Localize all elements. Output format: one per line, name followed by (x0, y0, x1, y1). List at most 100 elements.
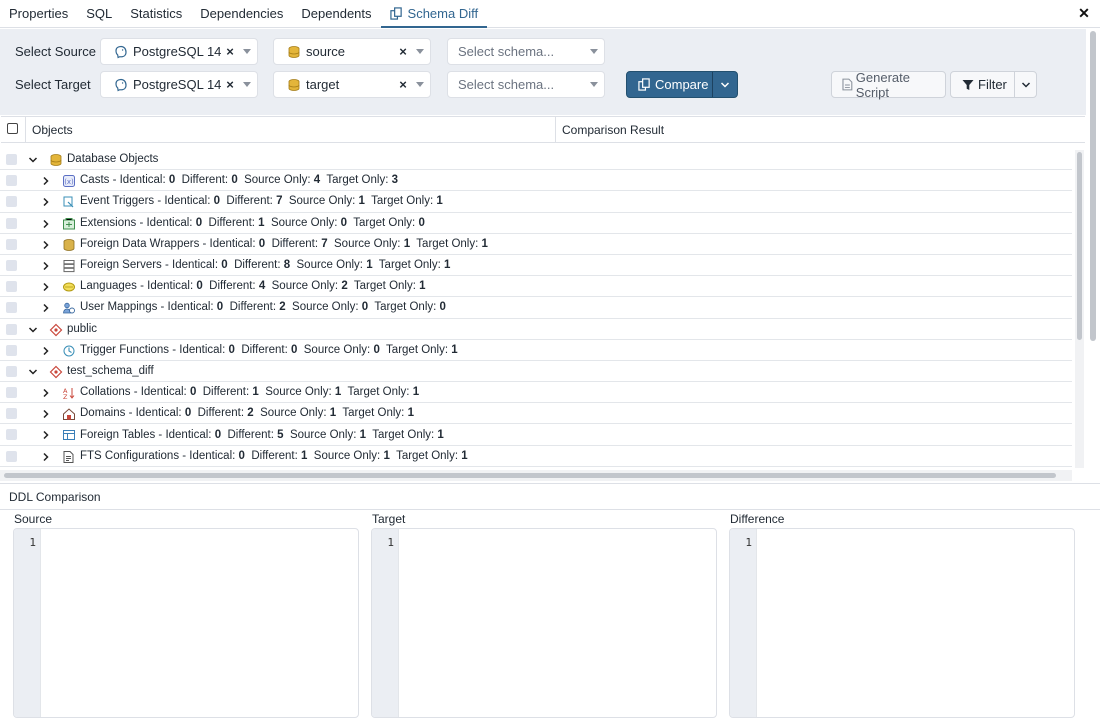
tree-row[interactable]: Foreign Data Wrappers - Identical: 0 Dif… (0, 234, 1072, 255)
row-checkbox[interactable] (6, 154, 17, 165)
scrollbar-thumb[interactable] (4, 473, 1056, 478)
row-checkbox[interactable] (6, 344, 17, 356)
row-checkbox[interactable] (6, 387, 17, 399)
tab-label: Statistics (130, 6, 183, 21)
tree-row[interactable]: public (0, 319, 1072, 340)
chevron-right-icon[interactable] (41, 240, 51, 250)
clear-icon[interactable]: × (223, 77, 237, 92)
tree-row[interactable]: test_schema_diff (0, 361, 1072, 383)
foreign-table-icon (63, 430, 75, 441)
tab-dependencies[interactable]: Dependencies (191, 0, 292, 27)
source-database-value: source (306, 44, 346, 59)
tab-schema-diff[interactable]: Schema Diff (380, 0, 488, 28)
tab-sql[interactable]: SQL (77, 0, 121, 27)
chevron-down-icon[interactable] (590, 82, 598, 87)
filter-dropdown-button[interactable] (1015, 81, 1036, 89)
row-checkbox[interactable] (6, 196, 17, 208)
line-number: 1 (745, 536, 752, 549)
comparison-result-column-header[interactable]: Comparison Result (555, 117, 1085, 143)
grid-vertical-scrollbar[interactable] (1075, 150, 1084, 468)
target-server-select[interactable]: PostgreSQL 14 × (100, 71, 258, 98)
source-database-select[interactable]: source × (273, 38, 431, 65)
compare-dropdown-button[interactable] (713, 81, 737, 89)
target-schema-select[interactable]: Select schema... (447, 71, 605, 98)
chevron-down-icon[interactable] (416, 82, 424, 87)
tree-row[interactable]: Extensions - Identical: 0 Different: 1 S… (0, 213, 1072, 234)
compare-label: Compare (655, 77, 709, 92)
target-database-value: target (306, 77, 340, 92)
row-checkbox[interactable] (6, 302, 17, 314)
row-checkbox[interactable] (6, 238, 17, 250)
tree-row[interactable]: Foreign Tables - Identical: 0 Different:… (0, 424, 1072, 446)
tab-dependents[interactable]: Dependents (292, 0, 380, 27)
chevron-right-icon[interactable] (41, 176, 51, 186)
chevron-down-icon[interactable] (28, 325, 38, 335)
tab-bar: Properties SQL Statistics Dependencies D… (0, 0, 1100, 28)
objects-column-header[interactable]: Objects (25, 117, 556, 143)
tree-row[interactable]: (x) Casts - Identical: 0 Different: 0 Sou… (0, 170, 1072, 192)
tree-row[interactable]: A Z Collations - Identical: 0 Different: 1… (0, 382, 1072, 404)
source-server-select[interactable]: PostgreSQL 14 × (100, 38, 258, 65)
tree-row[interactable]: Trigger Functions - Identical: 0 Differe… (0, 340, 1072, 361)
chevron-down-icon[interactable] (590, 49, 598, 54)
grid-horizontal-scrollbar[interactable] (0, 470, 1072, 481)
tree-row[interactable]: FTS Configurations - Identical: 0 Differ… (0, 446, 1072, 467)
chevron-right-icon[interactable] (41, 219, 51, 229)
row-checkbox[interactable] (6, 450, 17, 462)
clear-icon[interactable]: × (396, 77, 410, 92)
chevron-right-icon[interactable] (41, 452, 51, 462)
chevron-down-icon[interactable] (243, 49, 251, 54)
row-label: Trigger Functions - Identical: 0 Differe… (80, 343, 458, 356)
source-schema-select[interactable]: Select schema... (447, 38, 605, 65)
tree-row[interactable]: Domains - Identical: 0 Different: 2 Sour… (0, 403, 1072, 425)
row-checkbox[interactable] (6, 217, 17, 229)
schema-icon (49, 323, 63, 336)
close-icon[interactable]: ✕ (1076, 5, 1092, 21)
row-checkbox[interactable] (6, 259, 17, 271)
row-checkbox[interactable] (6, 429, 17, 441)
row-checkbox[interactable] (6, 281, 17, 293)
generate-script-button[interactable]: Generate Script (831, 70, 946, 100)
tree-row[interactable]: Database Objects (0, 149, 1072, 171)
tree-row[interactable]: Languages - Identical: 0 Different: 4 So… (0, 276, 1072, 298)
row-checkbox[interactable] (6, 175, 17, 187)
target-ddl-editor[interactable]: 1 (371, 528, 717, 718)
source-ddl-editor[interactable]: 1 (13, 528, 359, 718)
chevron-right-icon[interactable] (41, 303, 51, 313)
compare-button[interactable]: Compare (627, 72, 713, 97)
chevron-right-icon[interactable] (41, 197, 51, 207)
chevron-down-icon[interactable] (416, 49, 424, 54)
chevron-right-icon[interactable] (41, 261, 51, 271)
tab-label: Dependencies (200, 6, 284, 21)
chevron-right-icon[interactable] (41, 346, 51, 356)
scrollbar-thumb[interactable] (1077, 152, 1082, 340)
row-checkbox[interactable] (6, 323, 17, 335)
chevron-down-icon[interactable] (28, 367, 38, 377)
ddl-comparison-header: DDL Comparison (0, 483, 1100, 510)
tree-row[interactable]: Foreign Servers - Identical: 0 Different… (0, 255, 1072, 277)
chevron-right-icon[interactable] (41, 282, 51, 292)
language-icon (63, 282, 75, 292)
chevron-right-icon[interactable] (41, 388, 51, 398)
tab-statistics[interactable]: Statistics (121, 0, 191, 27)
panel-scrollbar[interactable] (1088, 29, 1098, 481)
clear-icon[interactable]: × (223, 44, 237, 59)
tab-properties[interactable]: Properties (0, 0, 77, 27)
chevron-right-icon[interactable] (41, 409, 51, 419)
scrollbar-thumb[interactable] (1090, 31, 1096, 341)
comparison-result-column-label: Comparison Result (562, 123, 665, 137)
tree-row[interactable]: Event Triggers - Identical: 0 Different:… (0, 191, 1072, 213)
comparison-grid-body: Database Objects (x) Casts - Identical: 0 … (0, 149, 1072, 469)
select-all-checkbox[interactable] (7, 123, 18, 134)
chevron-down-icon[interactable] (243, 82, 251, 87)
row-checkbox[interactable] (6, 365, 17, 377)
clear-icon[interactable]: × (396, 44, 410, 59)
chevron-down-icon[interactable] (28, 155, 38, 165)
tree-row[interactable]: User Mappings - Identical: 0 Different: … (0, 297, 1072, 319)
filter-button[interactable]: Filter (951, 72, 1015, 97)
row-checkbox[interactable] (6, 408, 17, 420)
chevron-right-icon[interactable] (41, 430, 51, 440)
source-server-value: PostgreSQL 14 (133, 44, 222, 59)
target-database-select[interactable]: target × (273, 71, 431, 98)
difference-ddl-editor[interactable]: 1 (729, 528, 1075, 718)
